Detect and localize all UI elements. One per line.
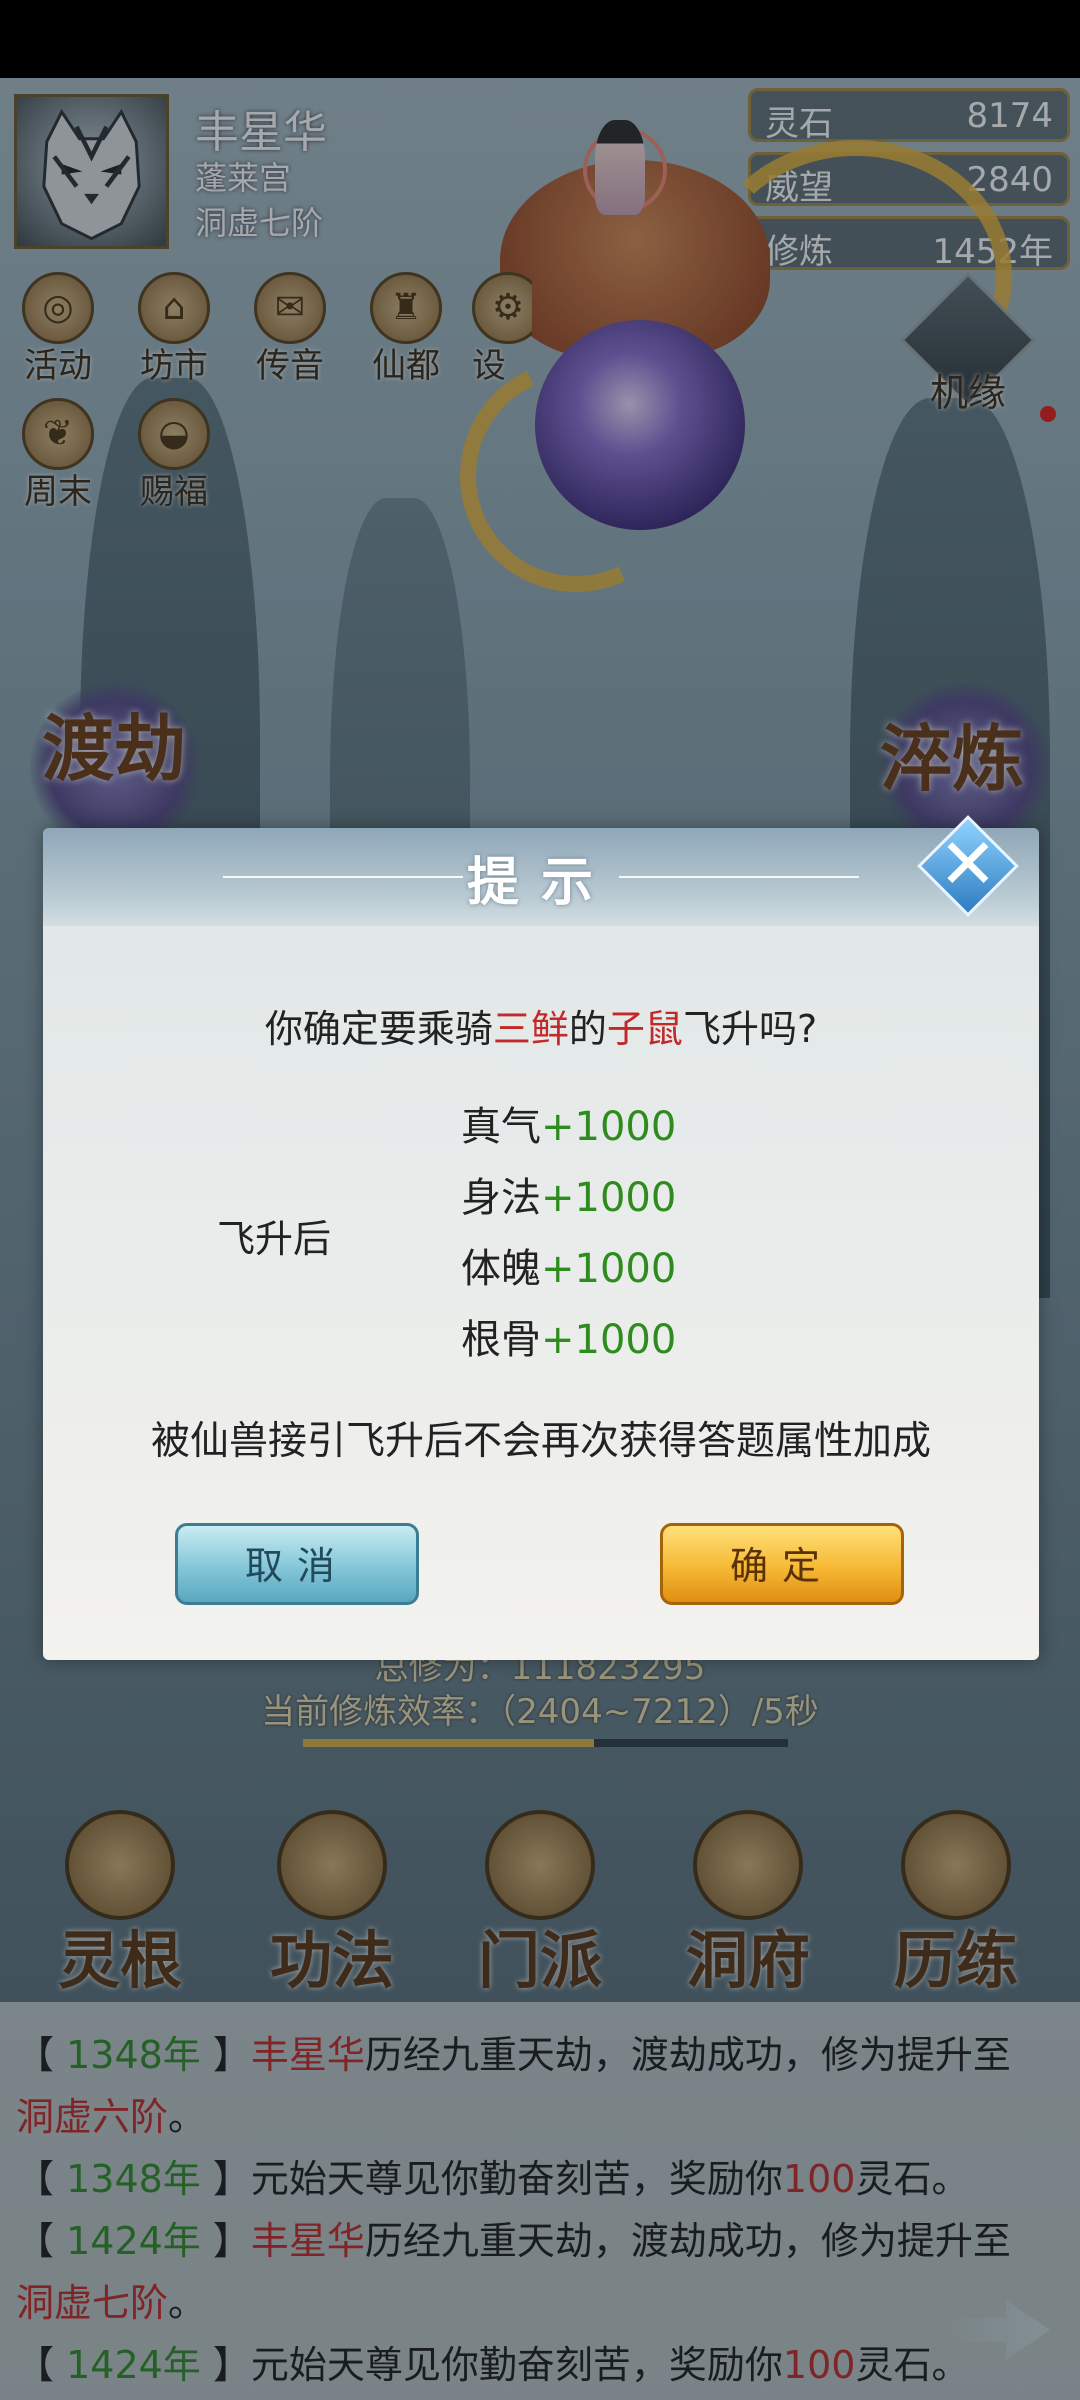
dialog-header: 提示 bbox=[43, 828, 1039, 926]
confirm-button[interactable]: 确定 bbox=[660, 1523, 904, 1605]
bonus-value: +1000 bbox=[541, 1246, 677, 1292]
bonus-stat: 真气 bbox=[461, 1104, 541, 1150]
dialog-question: 你确定要乘骑三鲜的子鼠飞升吗? bbox=[43, 998, 1039, 1053]
question-text: 你确定要乘骑 bbox=[264, 1007, 493, 1051]
bonus-row: 真气+1000 bbox=[461, 1094, 676, 1152]
dialog-title: 提示 bbox=[466, 852, 615, 913]
bonus-value: +1000 bbox=[541, 1104, 677, 1150]
question-text: 飞升吗? bbox=[682, 1007, 818, 1051]
bonus-stat: 身法 bbox=[461, 1175, 541, 1221]
close-button[interactable]: ✕ bbox=[917, 815, 1019, 917]
bonus-value: +1000 bbox=[541, 1175, 677, 1221]
mount-quality: 三鲜 bbox=[492, 1007, 569, 1051]
cancel-button[interactable]: 取消 bbox=[175, 1523, 419, 1605]
bonus-stat: 根骨 bbox=[461, 1317, 541, 1363]
bonus-row: 根骨+1000 bbox=[461, 1307, 676, 1365]
bonus-stat: 体魄 bbox=[461, 1246, 541, 1292]
after-ascension-label: 飞升后 bbox=[217, 1217, 332, 1261]
status-bar bbox=[0, 0, 1080, 78]
bonus-value: +1000 bbox=[541, 1317, 677, 1363]
mount-name: 子鼠 bbox=[606, 1007, 683, 1051]
question-text: 的 bbox=[568, 1007, 607, 1051]
close-icon: ✕ bbox=[938, 823, 998, 905]
dialog-note: 被仙兽接引飞升后不会再次获得答题属性加成 bbox=[150, 1419, 931, 1464]
confirm-dialog: 提示 你确定要乘骑三鲜的子鼠飞升吗? 飞升后 真气+1000 身法+1000 体… bbox=[43, 828, 1039, 1660]
bonus-row: 身法+1000 bbox=[461, 1165, 676, 1223]
bonus-row: 体魄+1000 bbox=[461, 1236, 676, 1294]
